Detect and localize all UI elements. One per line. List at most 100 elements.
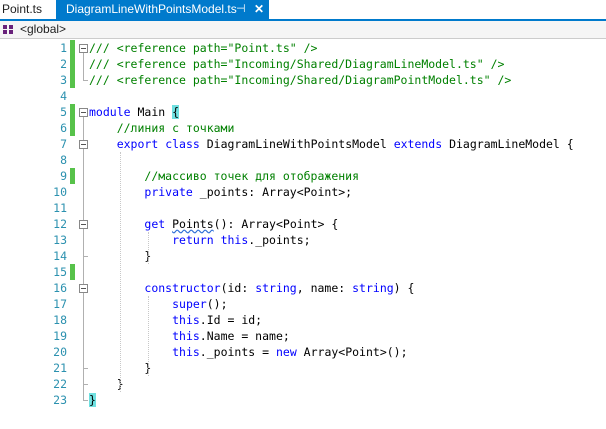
code-text[interactable]: super();: [89, 296, 228, 312]
line-number: 18: [53, 313, 67, 327]
highlighted-brace: }: [89, 393, 96, 407]
code-token: ) {: [393, 281, 415, 295]
code-token: (): Array<Point> {: [213, 217, 339, 231]
scope-dropdown[interactable]: <global>: [20, 21, 66, 38]
code-token: DiagramLineWithPointsModel: [199, 137, 394, 151]
code-token: Array<Point>();: [296, 345, 408, 359]
code-line[interactable]: 5 module Main {: [0, 104, 606, 120]
collapse-icon[interactable]: [79, 44, 88, 53]
code-line[interactable]: 21 }: [0, 360, 606, 376]
line-number: 5: [60, 105, 67, 119]
code-token: (id:: [220, 281, 256, 295]
code-text[interactable]: constructor(id: string, name: string) {: [89, 280, 414, 296]
code-text[interactable]: export class DiagramLineWithPointsModel …: [89, 136, 574, 152]
code-line[interactable]: 20 this._points = new Array<Point>();: [0, 344, 606, 360]
code-token: Points: [172, 217, 214, 231]
code-line[interactable]: 16 constructor(id: string, name: string)…: [0, 280, 606, 296]
code-text[interactable]: /// <reference path="Incoming/Shared/Dia…: [89, 72, 511, 88]
code-line[interactable]: 19 this.Name = name;: [0, 328, 606, 344]
change-marker: [70, 56, 75, 72]
tab-diagram-line-with-points-model[interactable]: DiagramLineWithPointsModel.ts ⊣ ✕: [56, 0, 269, 19]
code-line[interactable]: 3 /// <reference path="Incoming/Shared/Di…: [0, 72, 606, 88]
outline-end: [83, 400, 88, 401]
line-number: 12: [53, 217, 67, 231]
code-line[interactable]: 8: [0, 152, 606, 168]
line-number: 16: [53, 281, 67, 295]
collapse-icon[interactable]: [79, 220, 88, 229]
collapse-icon[interactable]: [79, 284, 88, 293]
collapse-icon[interactable]: [79, 140, 88, 149]
code-text[interactable]: //массиво точек для отображения: [89, 168, 359, 184]
code-text[interactable]: this._points = new Array<Point>();: [89, 344, 408, 360]
code-text[interactable]: this.Id = id;: [89, 312, 262, 328]
code-text[interactable]: }: [89, 392, 96, 408]
module-icon: [3, 25, 13, 34]
line-number: 21: [53, 361, 67, 375]
line-number: 6: [60, 121, 67, 135]
code-text[interactable]: private _points: Array<Point>;: [89, 184, 352, 200]
keyword-token: class: [165, 137, 200, 151]
keyword-token: this: [172, 313, 200, 327]
navigation-bar: <global>: [0, 21, 606, 39]
comment-token: //линия с точками: [116, 121, 235, 135]
code-text[interactable]: }: [89, 376, 124, 392]
code-line[interactable]: 23}: [0, 392, 606, 408]
code-line[interactable]: 4: [0, 88, 606, 104]
close-icon[interactable]: ✕: [254, 0, 264, 19]
code-line[interactable]: 14 }: [0, 248, 606, 264]
indent-guide: [147, 296, 149, 376]
outline-line: [83, 53, 84, 80]
outline-end: [83, 368, 88, 369]
line-number: 7: [60, 137, 67, 151]
code-text[interactable]: /// <reference path="Point.ts" />: [89, 40, 317, 56]
code-line[interactable]: 7 export class DiagramLineWithPointsMode…: [0, 136, 606, 152]
code-line[interactable]: 22 }: [0, 376, 606, 392]
change-marker: [70, 40, 75, 56]
code-line[interactable]: 10 private _points: Array<Point>;: [0, 184, 606, 200]
code-line[interactable]: 15: [0, 264, 606, 280]
keyword-token: new: [275, 345, 297, 359]
code-token: _points: Array<Point>;: [192, 185, 353, 199]
line-number: 14: [53, 249, 67, 263]
indent-guide: [119, 152, 121, 392]
line-number: 17: [53, 297, 67, 311]
code-editor[interactable]: 1 /// <reference path="Point.ts" /> 2 /// <…: [0, 39, 606, 429]
code-line[interactable]: 9 //массиво точек для отображения: [0, 168, 606, 184]
pin-icon[interactable]: ⊣: [236, 0, 246, 19]
outline-end: [83, 256, 88, 257]
code-line[interactable]: 6 //линия с точками: [0, 120, 606, 136]
indent-guide: [147, 232, 149, 264]
line-number: 20: [53, 345, 67, 359]
code-line[interactable]: 11: [0, 200, 606, 216]
change-marker: [70, 120, 75, 136]
comment-token: /// <reference path="Incoming/Shared/Dia…: [89, 73, 512, 87]
code-token: }: [89, 377, 124, 391]
code-text[interactable]: return this._points;: [89, 232, 311, 248]
line-number: 2: [60, 57, 67, 71]
code-text[interactable]: //линия с точками: [89, 120, 235, 136]
comment-token: //массиво точек для отображения: [144, 169, 360, 183]
code-line[interactable]: 12 get Points(): Array<Point> {: [0, 216, 606, 232]
code-text[interactable]: get Points(): Array<Point> {: [89, 216, 338, 232]
code-text[interactable]: /// <reference path="Incoming/Shared/Dia…: [89, 56, 504, 72]
comment-token: /// <reference path="Incoming/Shared/Dia…: [89, 57, 505, 71]
tab-label: DiagramLineWithPointsModel.ts: [66, 2, 237, 16]
tab-point-ts[interactable]: Point.ts: [0, 0, 52, 19]
collapse-icon[interactable]: [79, 108, 88, 117]
code-line[interactable]: 2 /// <reference path="Incoming/Shared/Di…: [0, 56, 606, 72]
keyword-token: module: [89, 105, 131, 119]
line-number: 19: [53, 329, 67, 343]
line-number: 23: [53, 393, 67, 407]
code-line[interactable]: 13 return this._points;: [0, 232, 606, 248]
code-text[interactable]: module Main {: [89, 104, 180, 120]
code-line[interactable]: 17 super();: [0, 296, 606, 312]
keyword-token: this: [220, 233, 249, 247]
code-token: ();: [206, 297, 228, 311]
code-line[interactable]: 18 this.Id = id;: [0, 312, 606, 328]
code-line[interactable]: 1 /// <reference path="Point.ts" />: [0, 40, 606, 56]
